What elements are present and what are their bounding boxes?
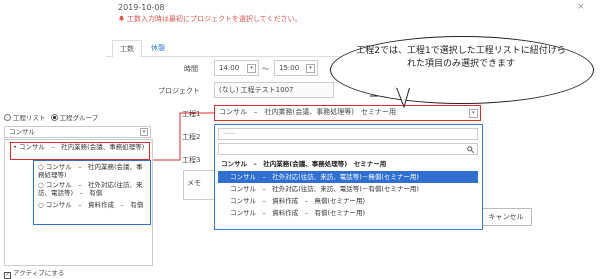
tree-circle-icon: ○ [38,163,44,171]
dropdown-placeholder: ------ [223,130,236,137]
radio-process-list-label: 工程リスト [13,114,46,122]
dropdown-group-header: コンサル – 社内業務(会議、事務処理等) セミナー用 [221,160,387,168]
search-icon [467,146,474,153]
tree-root-item[interactable]: • コンサル – 社内業務(会議、事務処理等) [10,142,150,160]
radio-process-list[interactable] [4,114,11,121]
tree-child-item[interactable]: ○ コンサル – 社外対応(往訪、来訪、電話等) – 有償 [38,181,148,197]
dropdown-option[interactable]: コンサル – 社外対応(往訪、来訪、電話等)－無償(セミナー用) [218,171,478,183]
tree-circle-icon: ○ [38,181,44,189]
tree-child-label: コンサル – 社内業務(会議、事務処理等) [38,163,143,179]
red-connector-line [147,112,214,161]
dropdown-option[interactable]: コンサル – 資料作成 – 有償(セミナー用) [218,207,478,219]
bubble-tail [395,86,411,108]
bubble-text: 工程2では、工程1で選択した工程リストに紐付けられた項目のみ選択できます [356,46,566,69]
active-checkbox-label: アクティブにする [13,269,65,277]
radio-process-group[interactable] [50,114,58,121]
dropdown-search-input[interactable] [218,143,478,155]
tree-child-item[interactable]: ○ コンサル – 社内業務(会議、事務処理等) [38,163,148,179]
tree-child-label: コンサル – 社外対応(往訪、来訪、電話等) – 有償 [38,181,143,197]
filter-value: コンサル [9,128,35,136]
dropdown-option[interactable]: コンサル – 資料作成 – 無償(セミナー用) [218,195,478,207]
tree-bullet-icon: • [13,143,17,151]
tree-circle-icon: ○ [38,201,44,209]
chevron-down-icon: ▾ [140,128,148,136]
process2-dropdown: ------ コンサル – 社内業務(会議、事務処理等) セミナー用 コンサル … [214,124,483,230]
radio-process-group-label: 工程グループ [59,114,99,122]
dropdown-option[interactable]: コンサル – 社外対応(往訪、来訪、電話等)－有償(セミナー用) [218,183,478,195]
dropdown-current[interactable]: ------ [218,128,478,140]
active-checkbox-row: ✓ アクティブにする [4,267,64,279]
tree-child-label: コンサル – 資料作成 – 有償 [45,201,144,209]
active-checkbox[interactable]: ✓ [4,272,11,279]
tree-child-item[interactable]: ○ コンサル – 資料作成 – 有償 [38,201,148,209]
list-mode-radios: 工程リスト 工程グループ [4,112,98,122]
tree-root-label: コンサル – 社内業務(会議、事務処理等) [18,143,145,151]
filter-input[interactable]: コンサル ▾ [4,126,151,138]
